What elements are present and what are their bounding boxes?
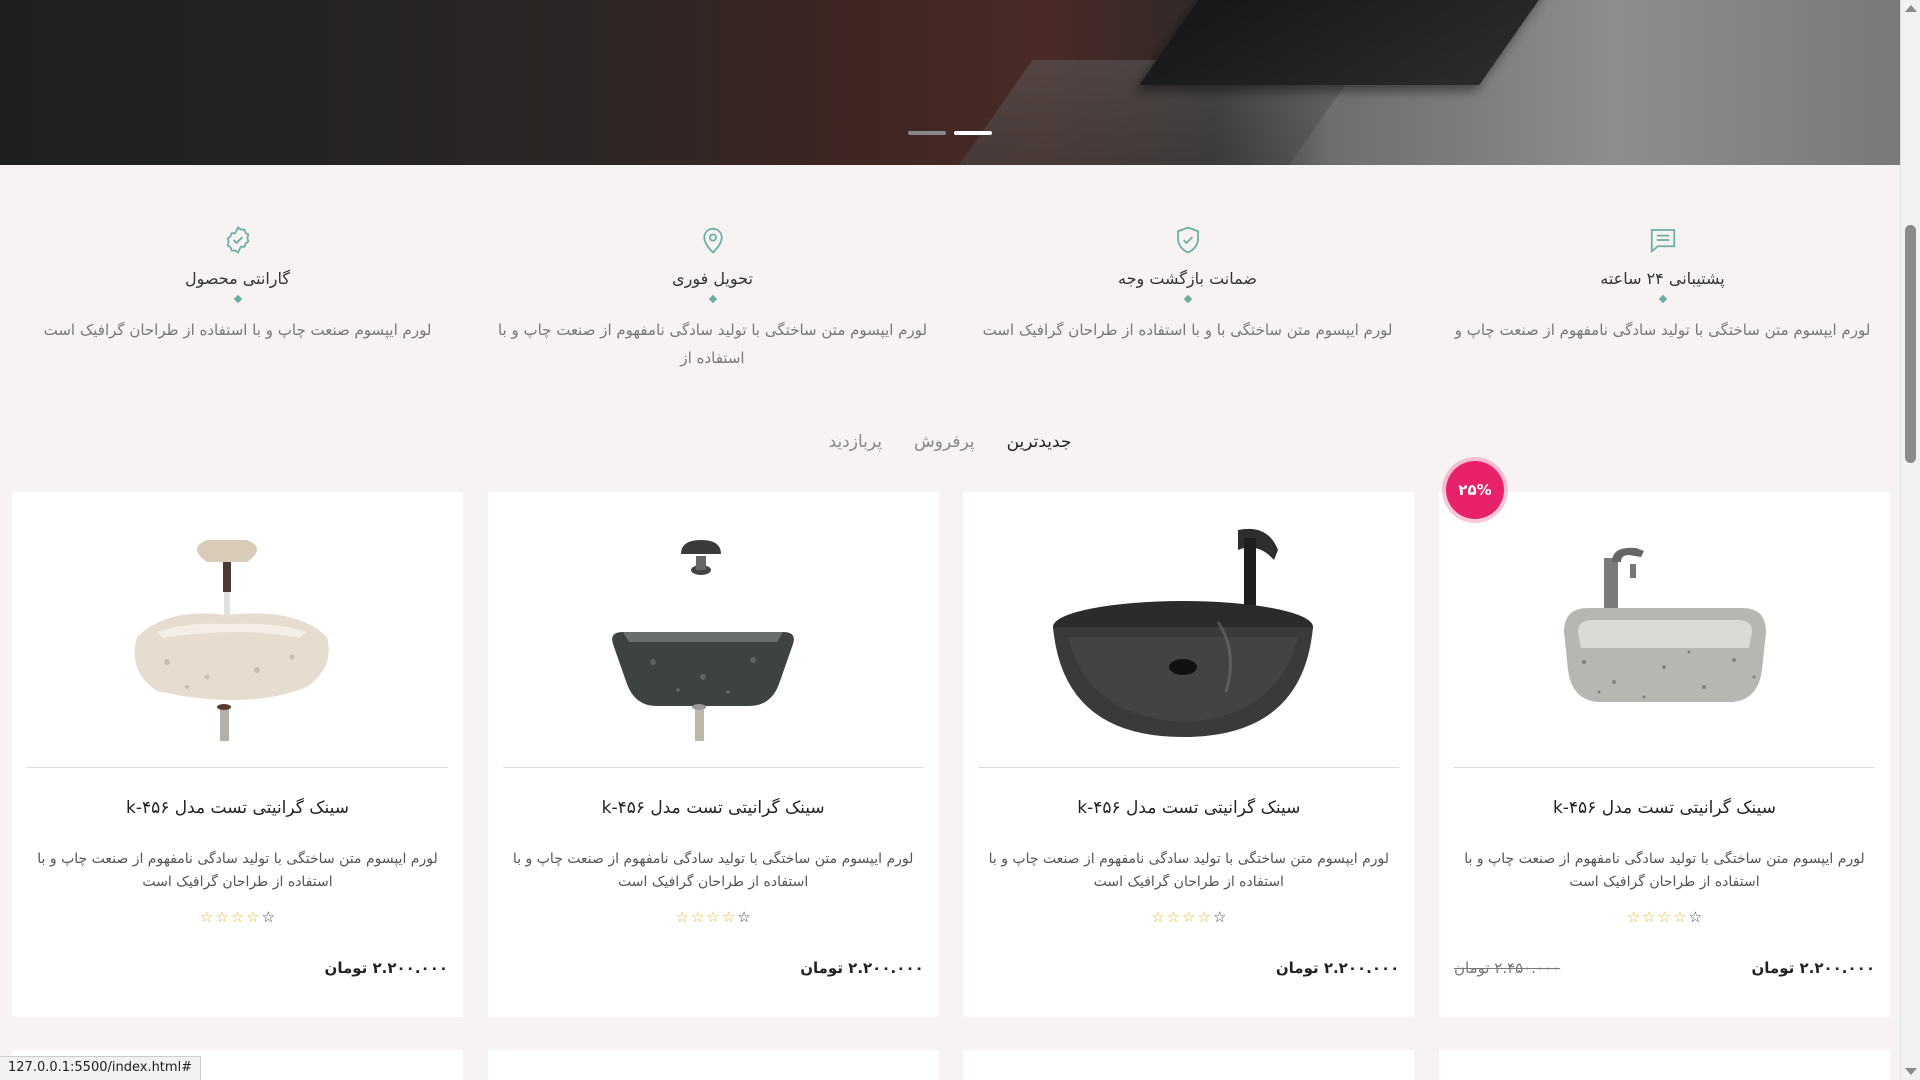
price-row: ۲.۲۰۰.۰۰۰ تومان bbox=[978, 959, 1399, 979]
scroll-up-icon[interactable] bbox=[1905, 5, 1917, 12]
product-card[interactable] bbox=[963, 1050, 1415, 1080]
feature-title: پشتیبانی ۲۴ ساعته bbox=[1600, 269, 1725, 288]
product-image[interactable] bbox=[27, 492, 448, 768]
tab-newest[interactable]: جدیدترین bbox=[1007, 432, 1072, 452]
star-icon: ☆ bbox=[1688, 908, 1703, 926]
feature-delivery: تحویل فوری لورم ایپسوم متن ساختگی با تول… bbox=[475, 225, 950, 385]
hero-slab bbox=[1139, 0, 1581, 85]
rating-stars: ☆ ☆ ☆ ☆ ☆ bbox=[963, 910, 1414, 925]
page-scrollbar[interactable] bbox=[1900, 0, 1920, 1080]
rating-stars: ☆ ☆ ☆ ☆ ☆ bbox=[12, 910, 463, 925]
slider-dot-2[interactable] bbox=[954, 131, 992, 135]
product-card[interactable]: سینک گرانیتی تست مدل k-۴۵۶ لورم ایپسوم م… bbox=[963, 492, 1415, 1017]
star-icon: ☆ bbox=[230, 908, 245, 926]
sink-image bbox=[611, 540, 794, 741]
feature-desc: لورم ایپسوم متن ساختگی با تولید سادگی نا… bbox=[1454, 321, 1871, 339]
price-row: ۲.۲۰۰.۰۰۰ تومان bbox=[27, 959, 448, 979]
sink-image bbox=[1563, 547, 1766, 702]
star-icon: ☆ bbox=[690, 908, 705, 926]
star-icon: ☆ bbox=[721, 908, 736, 926]
feature-money-back: ضمانت بازگشت وجه لورم ایپسوم متن ساختگی … bbox=[950, 225, 1425, 385]
star-icon: ☆ bbox=[1197, 908, 1211, 926]
product-image[interactable] bbox=[978, 492, 1400, 768]
star-icon: ☆ bbox=[261, 908, 276, 926]
star-icon: ☆ bbox=[1626, 908, 1641, 926]
product-desc: لورم ایپسوم متن ساختگی با تولید سادگی نا… bbox=[1464, 851, 1865, 890]
feature-title: ضمانت بازگشت وجه bbox=[1118, 269, 1257, 288]
status-url: 127.0.0.1:5500/index.html# bbox=[0, 1056, 202, 1080]
product-price: ۲.۲۰۰.۰۰۰ تومان bbox=[324, 959, 448, 977]
sink-image bbox=[1053, 528, 1314, 737]
feature-divider bbox=[233, 294, 242, 304]
map-pin-icon bbox=[702, 227, 723, 254]
star-icon: ☆ bbox=[199, 908, 214, 926]
scroll-down-icon[interactable] bbox=[1905, 1068, 1917, 1075]
slider-dots bbox=[908, 131, 992, 135]
star-icon: ☆ bbox=[1151, 908, 1165, 926]
scroll-thumb[interactable] bbox=[1905, 225, 1916, 463]
product-old-price: ۲.۴۵۰.۰۰۰ تومان bbox=[1453, 959, 1561, 977]
product-image[interactable] bbox=[502, 492, 924, 768]
product-card[interactable] bbox=[487, 1050, 939, 1080]
badge-check-icon bbox=[226, 226, 249, 254]
star-icon: ☆ bbox=[1212, 908, 1227, 926]
star-icon: ☆ bbox=[1657, 908, 1672, 926]
hero-slider bbox=[0, 0, 1900, 165]
tab-most-viewed[interactable]: پربازدید bbox=[829, 432, 882, 452]
feature-divider bbox=[1658, 294, 1667, 304]
feature-desc: لورم ایپسوم صنعت چاپ و با استفاده از طرا… bbox=[43, 321, 432, 339]
star-icon: ☆ bbox=[1642, 908, 1656, 926]
star-icon: ☆ bbox=[675, 908, 689, 926]
feature-title: تحویل فوری bbox=[672, 269, 753, 288]
star-icon: ☆ bbox=[1673, 908, 1687, 926]
shield-check-icon bbox=[1176, 226, 1199, 254]
features-row: گارانتی محصول لورم ایپسوم صنعت چاپ و با … bbox=[0, 225, 1900, 385]
feature-warranty: گارانتی محصول لورم ایپسوم صنعت چاپ و با … bbox=[0, 225, 475, 385]
product-grid-next-row bbox=[12, 1050, 1890, 1080]
feature-desc: لورم ایپسوم متن ساختگی با تولید سادگی نا… bbox=[497, 321, 928, 367]
sink-image bbox=[134, 540, 329, 741]
product-desc: لورم ایپسوم متن ساختگی با تولید سادگی نا… bbox=[988, 851, 1390, 890]
product-card[interactable]: سینک گرانیتی تست مدل k-۴۵۶ لورم ایپسوم م… bbox=[487, 492, 939, 1017]
product-card[interactable]: ۲۵% سینک گرانیتی تست مدل k-۴۵۶ لورم ایپس… bbox=[1438, 461, 1890, 1017]
price-row: ۲.۲۰۰.۰۰۰ تومان bbox=[503, 959, 924, 979]
product-title[interactable]: سینک گرانیتی تست مدل k-۴۵۶ bbox=[1439, 798, 1890, 818]
star-icon: ☆ bbox=[215, 908, 229, 926]
feature-support: پشتیبانی ۲۴ ساعته لورم ایپسوم متن ساختگی… bbox=[1425, 225, 1900, 385]
product-price: ۲.۲۰۰.۰۰۰ تومان bbox=[1275, 959, 1400, 977]
star-icon: ☆ bbox=[1182, 908, 1196, 926]
product-title[interactable]: سینک گرانیتی تست مدل k-۴۵۶ bbox=[12, 798, 463, 818]
chat-icon bbox=[1650, 229, 1675, 254]
product-price: ۲.۲۰۰.۰۰۰ تومان bbox=[1751, 959, 1875, 977]
star-icon: ☆ bbox=[246, 908, 260, 926]
rating-stars: ☆ ☆ ☆ ☆ ☆ bbox=[488, 910, 939, 925]
feature-divider bbox=[1183, 294, 1192, 304]
feature-desc: لورم ایپسوم متن ساختگی با و با استفاده ا… bbox=[982, 321, 1393, 339]
product-tabs: جدیدترین پرفروش پربازدید bbox=[0, 432, 1900, 452]
product-title[interactable]: سینک گرانیتی تست مدل k-۴۵۶ bbox=[963, 798, 1414, 818]
product-title[interactable]: سینک گرانیتی تست مدل k-۴۵۶ bbox=[488, 798, 939, 818]
tab-best-selling[interactable]: پرفروش bbox=[914, 432, 975, 452]
star-icon: ☆ bbox=[1166, 908, 1181, 926]
product-card[interactable] bbox=[1438, 1050, 1890, 1080]
star-icon: ☆ bbox=[737, 908, 751, 926]
product-desc: لورم ایپسوم متن ساختگی با تولید سادگی نا… bbox=[512, 851, 914, 890]
star-icon: ☆ bbox=[706, 908, 720, 926]
feature-title: گارانتی محصول bbox=[184, 269, 291, 288]
product-price: ۲.۲۰۰.۰۰۰ تومان bbox=[800, 959, 924, 977]
product-desc: لورم ایپسوم متن ساختگی با تولید سادگی نا… bbox=[37, 851, 438, 890]
price-row: ۲.۲۰۰.۰۰۰ تومان ۲.۴۵۰.۰۰۰ تومان bbox=[1454, 959, 1875, 979]
slider-dot-1[interactable] bbox=[908, 131, 946, 135]
product-card[interactable]: سینک گرانیتی تست مدل k-۴۵۶ لورم ایپسوم م… bbox=[12, 492, 463, 1017]
feature-divider bbox=[708, 294, 717, 304]
rating-stars: ☆ ☆ ☆ ☆ ☆ bbox=[1439, 910, 1890, 925]
product-grid: ۲۵% سینک گرانیتی تست مدل k-۴۵۶ لورم ایپس… bbox=[12, 461, 1890, 1017]
product-image[interactable] bbox=[1453, 492, 1875, 768]
